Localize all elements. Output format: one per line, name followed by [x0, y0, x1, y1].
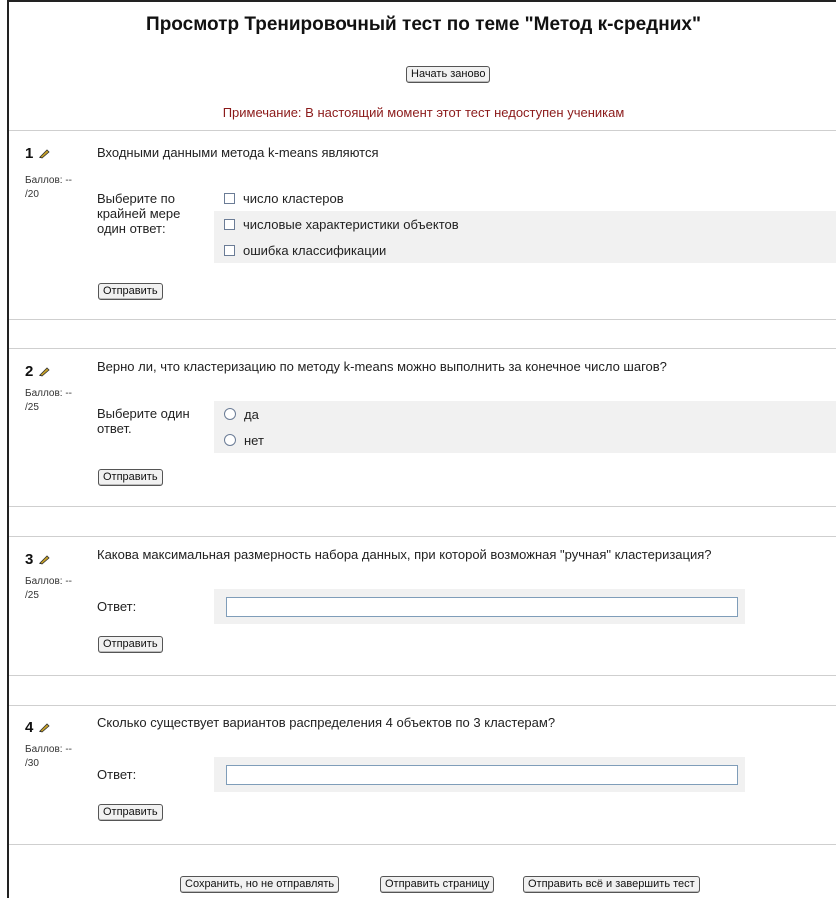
page-title: Просмотр Тренировочный тест по теме "Мет… — [146, 14, 701, 35]
option-row[interactable]: число кластеров — [214, 185, 836, 211]
save-without-submit-button[interactable]: Сохранить, но не отправлять — [180, 876, 340, 893]
submit-button[interactable]: Отправить — [98, 804, 163, 821]
option-label: ошибка классификации — [243, 242, 387, 258]
submit-button[interactable]: Отправить — [98, 469, 163, 486]
checkbox[interactable] — [224, 244, 235, 256]
divider — [9, 844, 836, 845]
option-label: числовые характеристики объектов — [243, 216, 459, 232]
submit-all-button[interactable]: Отправить всё и завершить тест — [523, 876, 700, 893]
answer-prompt: Ответ: — [97, 599, 137, 614]
checkbox[interactable] — [224, 218, 235, 230]
answer-box — [214, 589, 745, 624]
option-row[interactable]: ошибка классификации — [214, 237, 836, 263]
quiz-preview-page: Просмотр Тренировочный тест по теме "Мет… — [7, 0, 836, 898]
restart-button[interactable]: Начать заново — [406, 66, 491, 83]
question-number: 1 — [25, 145, 50, 162]
divider — [9, 130, 836, 131]
option-row[interactable]: числовые характеристики объектов — [214, 211, 836, 237]
divider — [9, 348, 836, 349]
question-grade: Баллов: -- /20 — [25, 175, 72, 200]
option-label: да — [244, 406, 259, 422]
edit-icon[interactable] — [38, 554, 50, 565]
option-label: нет — [244, 432, 264, 448]
answer-input[interactable] — [226, 597, 738, 617]
divider — [9, 319, 836, 320]
answer-prompt: Выберите по крайней мере один ответ: — [97, 191, 181, 236]
question-text: Какова максимальная размерность набора д… — [97, 547, 712, 562]
question-grade: Баллов: -- /25 — [25, 576, 72, 601]
question-grade: Баллов: -- /25 — [25, 388, 72, 413]
edit-icon[interactable] — [38, 148, 50, 159]
divider — [9, 536, 836, 537]
option-label: число кластеров — [243, 190, 344, 206]
radio-button[interactable] — [224, 434, 236, 446]
answer-prompt: Ответ: — [97, 767, 137, 782]
question-text: Верно ли, что кластеризацию по методу k-… — [97, 359, 667, 374]
question-grade: Баллов: -- /30 — [25, 744, 72, 769]
option-row[interactable]: да — [214, 401, 836, 427]
question-text: Сколько существует вариантов распределен… — [97, 715, 556, 730]
divider — [9, 705, 836, 706]
option-row[interactable]: нет — [214, 427, 836, 453]
question-text: Входными данными метода k-means являются — [97, 145, 379, 160]
radio-button[interactable] — [224, 408, 236, 420]
question-number: 2 — [25, 363, 50, 380]
answer-input[interactable] — [226, 765, 738, 785]
divider — [9, 675, 836, 676]
submit-page-button[interactable]: Отправить страницу — [380, 876, 495, 893]
edit-icon[interactable] — [38, 366, 50, 377]
submit-button[interactable]: Отправить — [98, 283, 163, 300]
edit-icon[interactable] — [38, 722, 50, 733]
answer-box — [214, 757, 745, 792]
answer-prompt: Выберите один ответ. — [97, 406, 190, 436]
unavailable-note: Примечание: В настоящий момент этот тест… — [222, 105, 625, 120]
checkbox[interactable] — [224, 192, 235, 204]
submit-button[interactable]: Отправить — [98, 636, 163, 653]
question-number: 4 — [25, 719, 50, 736]
options-box: да нет — [214, 401, 836, 453]
question-number: 3 — [25, 551, 50, 568]
options-box: число кластеров числовые характеристики … — [214, 185, 836, 263]
divider — [9, 506, 836, 507]
